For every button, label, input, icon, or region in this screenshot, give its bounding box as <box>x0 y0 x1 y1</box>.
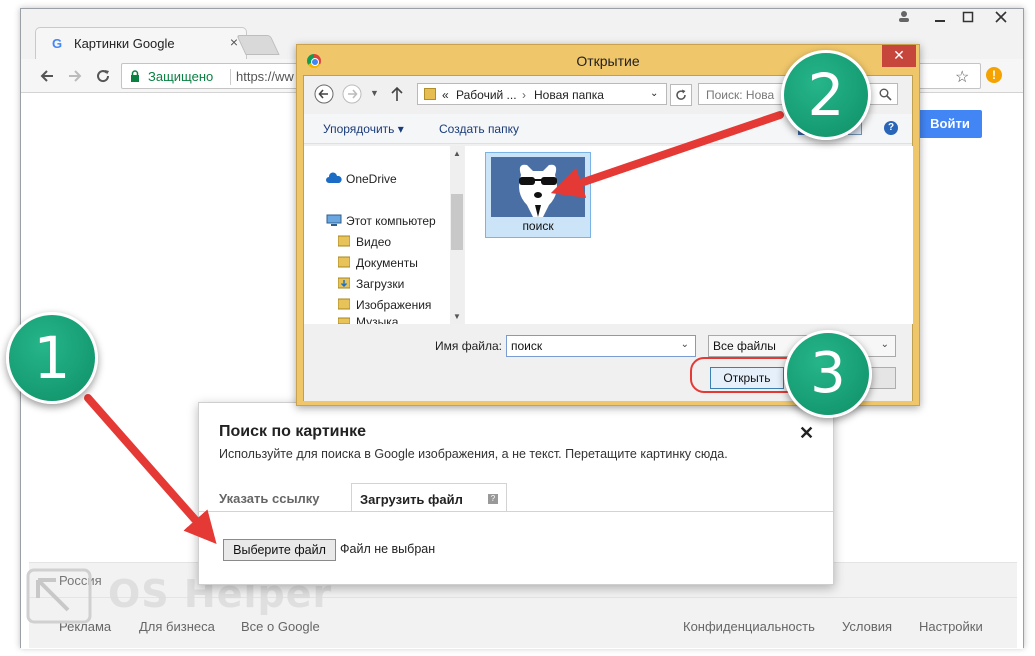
file-name-input[interactable]: поиск ⌄ <box>506 335 696 357</box>
scroll-down-icon[interactable]: ▼ <box>453 312 461 321</box>
dialog-close-icon[interactable]: ✕ <box>799 423 814 444</box>
bookmark-star-icon[interactable]: ☆ <box>955 67 969 87</box>
path-dropdown-icon[interactable]: ⌄ <box>650 88 658 99</box>
security-label: Защищено <box>148 69 214 84</box>
folder-icon <box>424 88 436 100</box>
recent-dropdown-icon[interactable]: ▼ <box>370 88 379 98</box>
profile-icon[interactable] <box>889 9 919 31</box>
file-name-label: Имя файла: <box>435 339 502 353</box>
tab-title: Картинки Google <box>74 36 175 51</box>
lock-icon <box>130 70 140 82</box>
tab-paste-link[interactable]: Указать ссылку <box>219 491 320 506</box>
scrollbar-thumb[interactable] <box>451 194 463 250</box>
scroll-up-icon[interactable]: ▲ <box>453 149 461 158</box>
reload-icon[interactable] <box>91 64 115 88</box>
help-icon: ? <box>488 494 498 504</box>
file-item-poisk[interactable]: поиск <box>485 152 591 238</box>
dialog-description: Используйте для поиска в Google изображе… <box>219 447 728 461</box>
up-arrow-icon[interactable] <box>390 86 404 105</box>
nav-item-documents[interactable]: Документы <box>356 256 418 270</box>
extension-warning-icon[interactable]: ! <box>986 67 1002 83</box>
breadcrumb-new-folder[interactable]: Новая папка <box>534 88 604 102</box>
downloads-folder-icon <box>338 277 350 289</box>
organize-button[interactable]: Упорядочить ▾ <box>323 122 404 136</box>
open-dialog-close-icon[interactable]: ✕ <box>882 45 916 67</box>
navigation-pane: OneDrive Этот компьютер Видео Документы … <box>304 146 464 324</box>
step-3-badge: 3 <box>784 330 872 418</box>
breadcrumb-overflow[interactable]: « <box>442 88 449 102</box>
nav-scrollbar[interactable]: ▲ ▼ <box>450 146 464 324</box>
url-text[interactable]: https://ww <box>236 69 294 84</box>
file-thumbnail-dog-icon <box>491 157 585 217</box>
signin-button[interactable]: Войти <box>918 110 982 138</box>
computer-icon <box>326 214 342 226</box>
dialog-title: Поиск по картинке <box>219 423 367 440</box>
step-1-badge: 1 <box>6 312 98 404</box>
choose-file-button[interactable]: Выберите файл <box>223 539 336 561</box>
file-type-dropdown-icon[interactable]: ⌄ <box>881 339 889 350</box>
back-icon[interactable] <box>35 64 59 88</box>
nav-item-music[interactable]: Музыка <box>356 316 398 324</box>
footer-link-settings[interactable]: Настройки <box>919 619 983 634</box>
folder-path-bar[interactable]: « Рабочий ... › Новая папка ⌄ <box>417 83 667 105</box>
maximize-icon[interactable] <box>953 9 983 31</box>
forward-circle-icon[interactable] <box>342 84 362 107</box>
step-2-badge: 2 <box>781 50 871 140</box>
window-close-icon[interactable] <box>983 9 1019 31</box>
nav-item-pictures[interactable]: Изображения <box>356 298 431 312</box>
tabs-divider <box>199 511 833 512</box>
footer-link-business[interactable]: Для бизнеса <box>139 619 215 634</box>
breadcrumb-desktop[interactable]: Рабочий ... <box>456 88 517 102</box>
minimize-icon[interactable] <box>925 9 955 31</box>
tab-upload-file[interactable]: Загрузить файл ? <box>351 483 507 512</box>
refresh-icon[interactable] <box>670 84 692 106</box>
pictures-folder-icon <box>338 298 350 310</box>
google-favicon-icon: G <box>52 36 63 51</box>
music-folder-icon <box>338 317 350 324</box>
onedrive-icon <box>326 172 342 183</box>
video-folder-icon <box>338 235 350 247</box>
breadcrumb-separator: › <box>522 88 526 102</box>
search-placeholder: Поиск: Нова <box>706 88 775 102</box>
file-name-dropdown-icon[interactable]: ⌄ <box>681 339 689 350</box>
file-list: поиск <box>465 146 913 324</box>
nav-item-onedrive[interactable]: OneDrive <box>346 172 397 186</box>
file-type-value: Все файлы <box>713 339 776 353</box>
tab-upload-label: Загрузить файл <box>360 492 463 507</box>
nav-item-downloads[interactable]: Загрузки <box>356 277 404 291</box>
address-divider <box>230 69 231 85</box>
footer-link-about[interactable]: Все о Google <box>241 619 320 634</box>
file-name-label: поиск <box>522 219 554 233</box>
back-circle-icon[interactable] <box>314 84 334 107</box>
file-name-value: поиск <box>511 339 543 353</box>
search-icon <box>879 88 892 101</box>
new-folder-button[interactable]: Создать папку <box>439 122 519 136</box>
watermark-cursor-icon <box>26 568 92 624</box>
no-file-label: Файл не выбран <box>340 542 436 556</box>
forward-icon[interactable] <box>63 64 87 88</box>
nav-item-this-pc[interactable]: Этот компьютер <box>346 214 436 228</box>
tab-google-images[interactable]: G Картинки Google × <box>35 27 247 59</box>
footer-link-terms[interactable]: Условия <box>842 619 892 634</box>
watermark: OS Helper <box>24 566 331 629</box>
search-by-image-dialog: Поиск по картинке ✕ Используйте для поис… <box>198 402 834 585</box>
nav-item-video[interactable]: Видео <box>356 235 391 249</box>
help-icon[interactable]: ? <box>884 121 898 135</box>
documents-folder-icon <box>338 256 350 268</box>
footer-link-privacy[interactable]: Конфиденциальность <box>683 619 815 634</box>
